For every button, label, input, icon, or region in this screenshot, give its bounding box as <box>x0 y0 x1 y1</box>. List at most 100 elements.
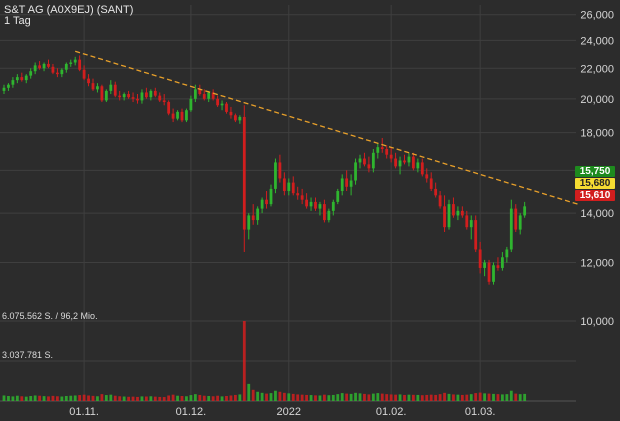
volume-bar <box>251 389 255 401</box>
price-tag-current: 15,680 <box>575 178 615 189</box>
candle-body <box>420 162 424 175</box>
volume-bar <box>73 395 77 401</box>
volume-bar <box>198 394 202 401</box>
volume-bar <box>149 396 153 401</box>
volume-bar <box>443 392 446 401</box>
candle-body <box>104 90 108 101</box>
candle-body <box>389 154 393 159</box>
candle-body <box>73 59 77 63</box>
volume-bar <box>47 396 50 401</box>
volume-bar <box>314 395 317 401</box>
volume-bar <box>496 394 500 401</box>
volume-bar <box>460 394 464 401</box>
volume-bar <box>7 395 10 401</box>
volume-bar <box>140 396 144 401</box>
volume-bar <box>256 391 260 401</box>
candle-body <box>118 95 122 98</box>
volume-bar <box>514 393 518 401</box>
candle-body <box>87 78 90 84</box>
candle-body <box>131 97 135 99</box>
candle-body <box>162 100 166 103</box>
volume-bar <box>136 396 139 401</box>
volume-bar <box>505 394 509 401</box>
volume-bar <box>33 395 37 401</box>
candle-body <box>487 262 491 282</box>
volume-bar <box>305 394 308 401</box>
candle-body <box>318 204 322 209</box>
volume-bar <box>523 393 527 401</box>
volume-bar <box>82 394 86 401</box>
volume-bar <box>380 393 384 401</box>
volume-bar <box>118 396 122 401</box>
volume-bar <box>87 395 90 401</box>
candle-body <box>109 84 113 91</box>
volume-bar <box>216 395 219 401</box>
candle-body <box>207 92 211 99</box>
volume-bar <box>193 394 197 401</box>
volume-bar <box>371 393 375 401</box>
candle-body <box>153 90 157 96</box>
candle-body <box>354 162 357 181</box>
volume-bar <box>167 395 171 401</box>
volume-bar <box>447 393 451 401</box>
volume-bar <box>323 394 326 401</box>
candle-body <box>242 116 246 230</box>
volume-bar <box>176 395 179 401</box>
candle-body <box>96 86 99 90</box>
candle-body <box>122 94 126 98</box>
volume-bar <box>469 394 473 401</box>
candle-body <box>300 195 304 200</box>
candle-body <box>11 80 15 85</box>
x-tick-label-2: 2022 <box>277 406 301 418</box>
volume-bar <box>242 321 246 401</box>
volume-bar <box>465 394 469 401</box>
volume-bar <box>100 394 104 401</box>
candle-body <box>509 208 513 250</box>
volume-bar <box>425 394 429 401</box>
candle-body <box>452 204 455 216</box>
candle-body <box>287 182 291 192</box>
candle-body <box>492 265 495 282</box>
volume-bar <box>363 393 366 401</box>
candle-body <box>274 162 277 189</box>
candle-body <box>47 63 50 67</box>
candle-body <box>42 63 46 69</box>
volume-label-mid: 3.037.781 S. <box>2 350 54 360</box>
volume-bar <box>358 393 362 401</box>
volume-bar <box>287 393 291 401</box>
candle-body <box>358 158 362 163</box>
candle-body <box>443 206 446 228</box>
candle-body <box>171 113 175 119</box>
candle-body <box>371 152 375 169</box>
candle-body <box>29 71 33 76</box>
candle-body <box>474 220 478 250</box>
candle-body <box>398 160 402 167</box>
volume-bar <box>247 383 251 401</box>
volume-bar <box>336 394 340 401</box>
candle-body <box>202 94 206 99</box>
candle-body <box>60 69 64 75</box>
volume-bar <box>171 394 175 401</box>
volume-bar <box>429 394 433 401</box>
candlestick-chart[interactable]: 26,00024,00022,00020,00018,00016,00014,0… <box>0 0 620 421</box>
candle-body <box>456 210 460 216</box>
volume-bar <box>394 394 397 401</box>
candle-body <box>20 77 24 81</box>
candle-body <box>336 191 340 202</box>
volume-bar <box>434 394 438 401</box>
volume-bar <box>438 394 442 401</box>
y-tick-label-2: 22,000 <box>580 63 614 75</box>
volume-bar <box>145 396 148 401</box>
volume-bar <box>91 395 95 401</box>
volume-bar <box>131 396 135 401</box>
volume-bar <box>225 395 228 401</box>
candle-body <box>376 147 380 153</box>
candle-body <box>429 178 433 189</box>
volume-bar <box>109 394 113 401</box>
volume-bar <box>349 393 353 401</box>
candle-body <box>260 199 264 209</box>
candle-body <box>38 65 41 69</box>
candle-body <box>478 249 482 268</box>
y-tick-label-1: 24,000 <box>580 35 614 47</box>
volume-bar <box>501 394 504 401</box>
